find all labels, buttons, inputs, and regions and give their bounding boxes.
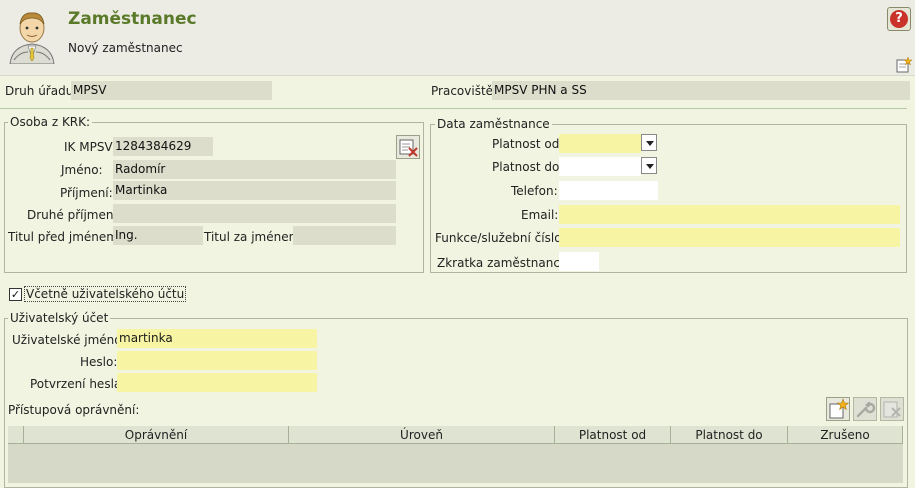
platnost-do-label: Platnost do: bbox=[492, 160, 564, 174]
email-label: Email: bbox=[521, 208, 559, 222]
grid-row-selector-header bbox=[8, 426, 24, 444]
wrench-icon bbox=[856, 401, 876, 418]
add-permission-button[interactable] bbox=[826, 397, 850, 421]
new-record-icon[interactable] bbox=[896, 56, 913, 73]
jmeno-label: Jméno: bbox=[61, 163, 103, 177]
titul-pred-label: Titul před jménem: bbox=[8, 230, 122, 244]
vcetne-uctu-checkbox[interactable]: ✓ bbox=[9, 288, 22, 301]
data-zamestnance-legend: Data zaměstnance bbox=[435, 117, 552, 131]
ik-mpsv-field: 1284384629 bbox=[113, 137, 213, 156]
telefon-field[interactable] bbox=[559, 181, 658, 200]
pracoviste-field: MPSV PHN a SS bbox=[492, 81, 910, 100]
zkratka-field[interactable] bbox=[559, 252, 599, 271]
titul-pred-field: Ing. bbox=[113, 226, 203, 245]
employee-avatar-icon bbox=[6, 8, 58, 65]
help-button[interactable]: ? bbox=[887, 7, 911, 31]
funkce-label: Funkce/služební číslo: bbox=[435, 231, 566, 245]
email-field[interactable] bbox=[559, 205, 900, 224]
jmeno-field: Radomír bbox=[113, 160, 396, 179]
druhe-prijmeni-field bbox=[113, 204, 396, 223]
platnost-do-dropdown[interactable] bbox=[641, 157, 657, 174]
uzivatelske-jmeno-label: Uživatelské jméno: bbox=[12, 333, 126, 347]
funkce-field[interactable] bbox=[559, 228, 900, 247]
column-header-uroven[interactable]: Úroveň bbox=[289, 426, 555, 444]
column-header-platnost-do[interactable]: Platnost do bbox=[671, 426, 788, 444]
prijmeni-label: Příjmení: bbox=[60, 186, 113, 200]
pristupova-opravneni-label: Přístupová oprávnění: bbox=[8, 403, 140, 417]
platnost-do-field[interactable] bbox=[559, 157, 641, 176]
potvrzeni-hesla-label: Potvrzení hesla: bbox=[30, 377, 126, 391]
edit-person-button[interactable] bbox=[396, 135, 420, 159]
potvrzeni-hesla-field[interactable] bbox=[117, 373, 317, 392]
vcetne-uctu-label[interactable]: Včetně uživatelského účtu bbox=[24, 286, 187, 302]
pracoviste-label: Pracoviště: bbox=[431, 84, 498, 98]
uzivatelsky-ucet-legend: Uživatelský účet bbox=[8, 311, 111, 325]
titul-za-field bbox=[293, 226, 396, 245]
permissions-grid-header: Oprávnění Úroveň Platnost od Platnost do… bbox=[8, 426, 903, 444]
titul-za-label: Titul za jménem: bbox=[204, 230, 305, 244]
platnost-od-field[interactable] bbox=[559, 134, 641, 153]
column-header-platnost-od[interactable]: Platnost od bbox=[555, 426, 671, 444]
ik-mpsv-label: IK MPSV: bbox=[64, 140, 116, 154]
add-icon bbox=[829, 398, 850, 419]
platnost-od-dropdown[interactable] bbox=[641, 134, 657, 151]
edit-person-icon bbox=[399, 139, 418, 157]
heslo-field[interactable] bbox=[117, 351, 317, 370]
page-title: Zaměstnanec bbox=[68, 9, 197, 29]
delete-permission-button[interactable] bbox=[880, 397, 904, 421]
heslo-label: Heslo: bbox=[80, 355, 118, 369]
page-subtitle: Nový zaměstnanec bbox=[68, 41, 183, 55]
prijmeni-field: Martinka bbox=[113, 181, 396, 200]
platnost-od-label: Platnost od: bbox=[492, 137, 564, 151]
column-header-zruseno[interactable]: Zrušeno bbox=[788, 426, 903, 444]
delete-icon bbox=[883, 401, 901, 418]
separator bbox=[0, 108, 907, 109]
uzivatelske-jmeno-field[interactable]: martinka bbox=[117, 329, 317, 348]
druh-uradu-label: Druh úřadu: bbox=[5, 84, 78, 98]
druhe-prijmeni-label: Druhé příjmení: bbox=[27, 208, 121, 222]
edit-permission-button[interactable] bbox=[853, 397, 877, 421]
zkratka-label: Zkratka zaměstnance: bbox=[437, 256, 572, 270]
druh-uradu-field: MPSV bbox=[71, 81, 272, 100]
telefon-label: Telefon: bbox=[511, 184, 558, 198]
column-header-opravneni[interactable]: Oprávnění bbox=[24, 426, 289, 444]
help-icon: ? bbox=[890, 10, 908, 28]
osoba-krk-legend: Osoba z KRK: bbox=[8, 115, 93, 129]
